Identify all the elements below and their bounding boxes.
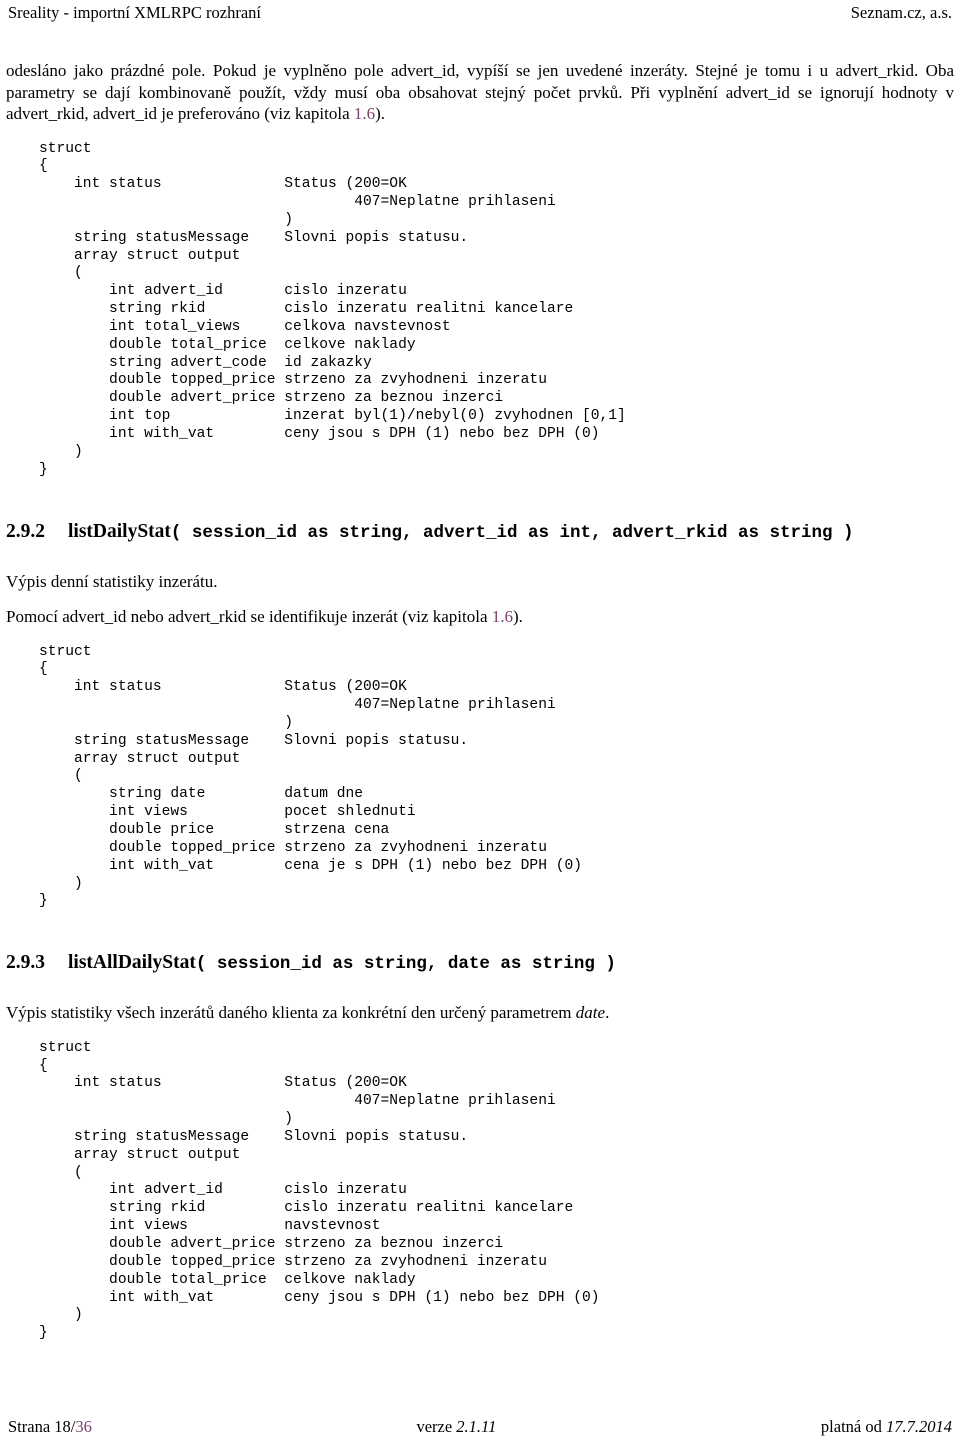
section-2-9-3-paragraph-1: Výpis statistiky všech inzerátů daného k… bbox=[6, 1002, 954, 1024]
document-page: Sreality - importní XMLRPC rozhraní Sezn… bbox=[0, 0, 960, 1451]
code-block-2-wrapper: struct { int status Status (200=OK 407=N… bbox=[6, 644, 954, 912]
section-function-name-listdailystat: listDailyStat bbox=[68, 520, 171, 542]
section-heading-2-9-3: 2.9.3 listAllDailyStat( session_id as str… bbox=[6, 951, 954, 976]
intro-paragraph: odesláno jako prázdné pole. Pokud je vyp… bbox=[6, 60, 954, 125]
page-footer: Strana 18/36 verze 2.1.11 platná od 17.7… bbox=[0, 1417, 960, 1437]
section-2-9-2-paragraph-1: Výpis denní statistiky inzerátu. bbox=[6, 571, 218, 591]
intro-paragraph-text-after-xref: ). bbox=[375, 104, 386, 123]
code-block-1-wrapper: struct { int status Status (200=OK 407=N… bbox=[6, 141, 954, 480]
page-content: odesláno jako prázdné pole. Pokud je vyp… bbox=[0, 60, 960, 1343]
intro-paragraph-text-before-xref: odesláno jako prázdné pole. Pokud je vyp… bbox=[6, 61, 954, 123]
footer-version-label: verze bbox=[416, 1417, 457, 1436]
section-signature-listalldailystat: ( session_id as string, date as string ) bbox=[195, 954, 616, 975]
footer-valid-label: platná od bbox=[820, 1417, 886, 1436]
footer-total-pages-link[interactable]: 36 bbox=[75, 1417, 92, 1436]
header-company-name: Seznam.cz, a.s. bbox=[850, 3, 952, 22]
code-block-listdailystat-output: struct { int status Status (200=OK 407=N… bbox=[39, 643, 582, 910]
code-block-liststat-output: struct { int status Status (200=OK 407=N… bbox=[39, 140, 626, 478]
section-2-9-2-p2-after-xref: ). bbox=[513, 607, 523, 627]
chapter-xref-link[interactable]: 1.6 bbox=[354, 104, 375, 123]
section-2-9-2-paragraph-2: Pomocí advert_id nebo advert_rkid se ide… bbox=[6, 606, 954, 628]
footer-valid-value: 17.7.2014 bbox=[885, 1417, 952, 1436]
section-number-2-9-3: 2.9.3 bbox=[6, 952, 45, 974]
section-signature-listdailystat: ( session_id as string, advert_id as int… bbox=[170, 522, 854, 543]
code-block-3-wrapper: struct { int status Status (200=OK 407=N… bbox=[6, 1040, 954, 1343]
section-heading-2-9-2: 2.9.2 listDailyStat( session_id as string… bbox=[6, 520, 954, 545]
section-2-9-3-p1-before-italic: Výpis statistiky všech inzerátů daného k… bbox=[6, 1003, 576, 1023]
header-document-title: Sreality - importní XMLRPC rozhraní bbox=[8, 3, 261, 22]
running-header: Sreality - importní XMLRPC rozhraní Sezn… bbox=[0, 0, 960, 30]
code-block-listalldailystat-output: struct { int status Status (200=OK 407=N… bbox=[39, 1039, 600, 1342]
footer-version-value: 2.1.11 bbox=[456, 1417, 497, 1436]
footer-page-number: Strana 18/36 bbox=[8, 1417, 92, 1437]
chapter-xref-link-2[interactable]: 1.6 bbox=[492, 607, 513, 626]
section-2-9-3-p1-after-italic: . bbox=[605, 1003, 610, 1023]
section-number-2-9-2: 2.9.2 bbox=[6, 520, 45, 542]
footer-valid-from: platná od 17.7.2014 bbox=[821, 1417, 952, 1437]
footer-page-label: Strana 18/ bbox=[8, 1417, 76, 1436]
parameter-name-date-italic: date bbox=[575, 1003, 606, 1023]
footer-version: verze 2.1.11 bbox=[416, 1417, 496, 1437]
section-2-9-2-p2-before-xref: Pomocí advert_id nebo advert_rkid se ide… bbox=[6, 607, 492, 627]
section-function-name-listalldailystat: listAllDailyStat bbox=[68, 952, 196, 974]
